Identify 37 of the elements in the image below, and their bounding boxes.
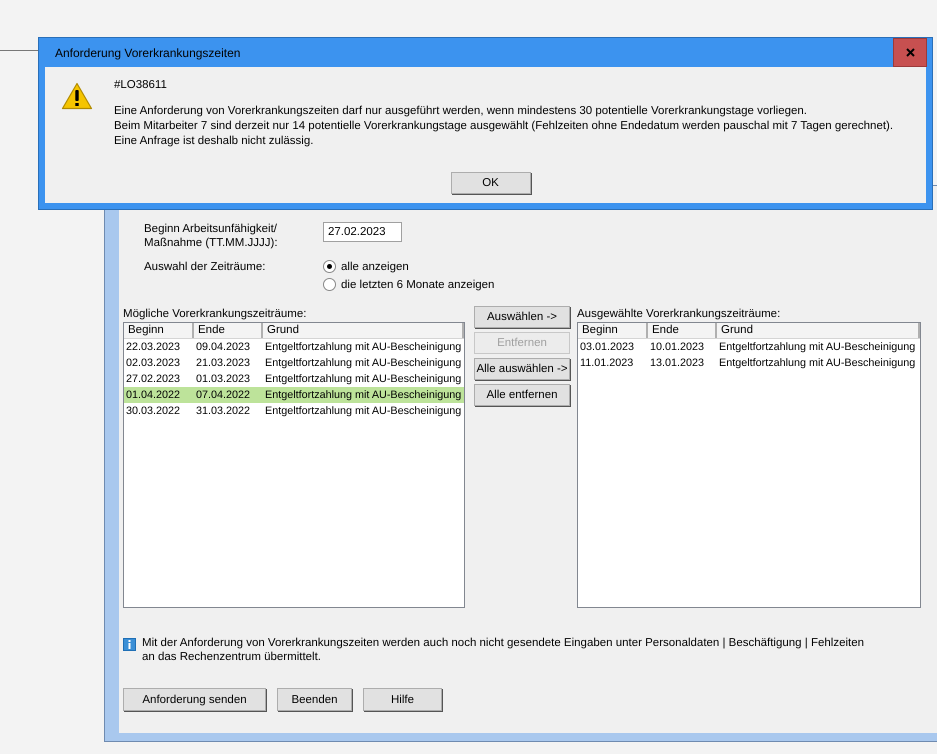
info-text: Mit der Anforderung von Vorerkrankungszeiten werden auch noch nicht gesendete Eingaben unter Personaldaten | Beschäftigung | Fehlzeiten an das Rechenzentrum übermittelt. bbox=[142, 636, 864, 664]
period-row[interactable]: 30.03.2022 31.03.2022 Entgeltfortzahlung mit AU-Bescheinigung bbox=[124, 403, 464, 419]
close-icon bbox=[906, 48, 914, 57]
period-radio[interactable]: die letzten 6 Monate anzeigen bbox=[323, 278, 494, 291]
selected-periods-list[interactable]: Beginn Ende Grund 03.01.2023 10.01.2023 Entgeltfortzahlung mit AU-Bescheinigung 11.01.2023 13.01.2023 Entgeltfortzahlung mit AU-Bescheinigung bbox=[577, 322, 921, 608]
period-label: Auswahl der Zeiträume: bbox=[144, 260, 266, 275]
period-row[interactable]: 03.01.2023 10.01.2023 Entgeltfortzahlung mit AU-Bescheinigung bbox=[578, 339, 920, 355]
column-header[interactable]: Ende bbox=[648, 323, 717, 338]
column-header[interactable]: Beginn bbox=[578, 323, 648, 338]
action-button[interactable]: Anforderung senden bbox=[123, 688, 266, 711]
transfer-button[interactable]: Alle entfernen bbox=[474, 384, 570, 406]
transfer-button[interactable]: Alle auswählen -> bbox=[474, 358, 570, 380]
warning-icon bbox=[61, 82, 93, 110]
period-row[interactable]: 11.01.2023 13.01.2023 Entgeltfortzahlung mit AU-Bescheinigung bbox=[578, 355, 920, 371]
transfer-button[interactable]: Auswählen -> bbox=[474, 306, 570, 328]
period-row[interactable]: 01.04.2022 07.04.2022 Entgeltfortzahlung mit AU-Bescheinigung bbox=[124, 387, 464, 403]
possible-periods-label: Mögliche Vorerkrankungszeiträume: bbox=[123, 308, 308, 320]
possible-periods-list[interactable] bbox=[123, 322, 465, 608]
column-header[interactable]: Grund bbox=[717, 323, 920, 338]
start-date-label: Beginn Arbeitsunfähigkeit/ Maßnahme (TT.MM.JJJJ): bbox=[144, 222, 279, 250]
period-row[interactable]: 02.03.2023 21.03.2023 Entgeltfortzahlung mit AU-Bescheinigung bbox=[124, 355, 464, 371]
start-date-field[interactable]: 27.02.2023 bbox=[323, 222, 402, 242]
column-header[interactable]: Ende bbox=[194, 323, 263, 338]
ok-button[interactable]: OK bbox=[450, 172, 530, 194]
column-header[interactable]: Beginn bbox=[124, 323, 194, 338]
dialog-title: Anforderung Vorerkrankungszeiten bbox=[54, 46, 240, 60]
error-message: Eine Anforderung von Vorerkrankungszeiten darf nur ausgeführt werden, wenn mindestens 30 potentielle Vorerkrankungstage vorliegen. Beim Mitarbeiter 7 sind derzeit nur 14 potentielle Vorerkrankungstage ausgewählt (Fehlzeiten ohne Endedatum werden pauschal mit 7 Tagen gerechnet). Eine Anfrage ist deshalb nicht zulässig. bbox=[114, 104, 894, 149]
close-button[interactable] bbox=[893, 38, 927, 67]
period-row[interactable]: 22.03.2023 09.04.2023 Entgeltfortzahlung mit AU-Bescheinigung bbox=[124, 339, 464, 355]
action-button[interactable]: Hilfe bbox=[363, 688, 442, 711]
period-radio[interactable]: alle anzeigen bbox=[323, 260, 494, 273]
action-button[interactable]: Beenden bbox=[277, 688, 352, 711]
column-header[interactable]: Grund bbox=[263, 323, 464, 338]
error-code: #LO38611 bbox=[114, 79, 168, 91]
selected-periods-label: Ausgewählte Vorerkrankungszeiträume: bbox=[577, 308, 782, 320]
info-icon bbox=[123, 638, 136, 651]
period-row[interactable]: 27.02.2023 01.03.2023 Entgeltfortzahlung mit AU-Bescheinigung bbox=[124, 371, 464, 387]
